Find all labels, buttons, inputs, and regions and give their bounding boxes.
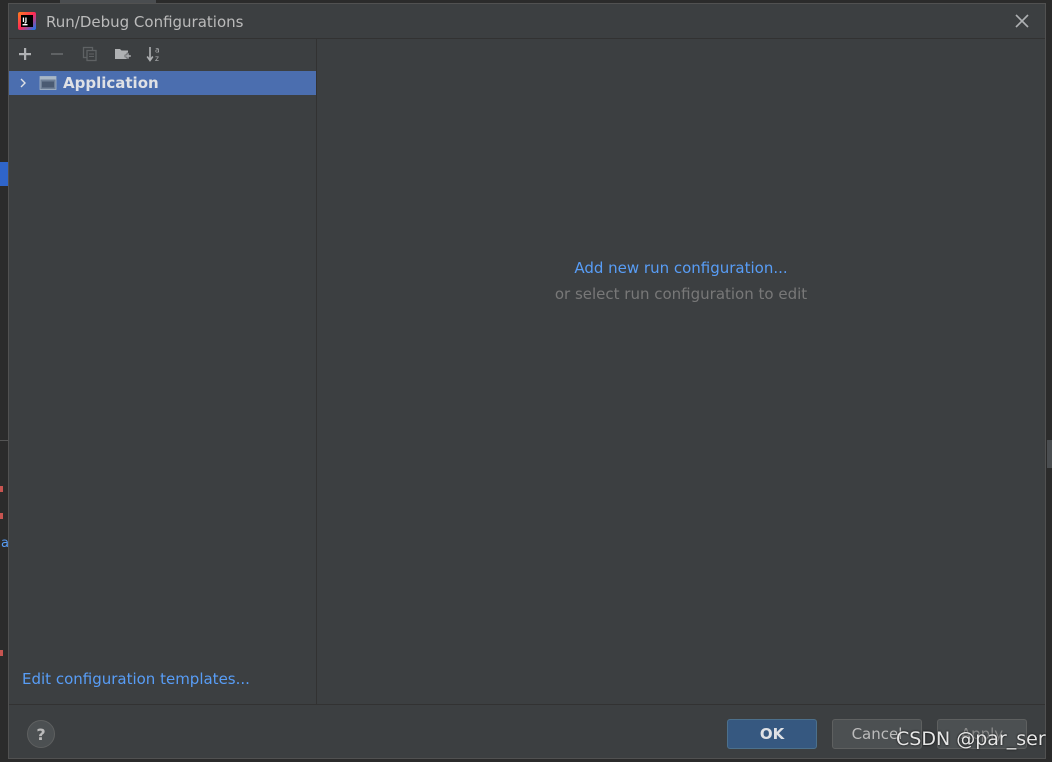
csdn-watermark: CSDN @par_ser: [896, 728, 1046, 750]
empty-state-hint: or select run configuration to edit: [554, 285, 808, 303]
svg-text:z: z: [155, 54, 159, 63]
add-configuration-button[interactable]: [14, 44, 36, 64]
add-new-configuration-link[interactable]: Add new run configuration...: [574, 259, 787, 277]
intellij-idea-icon: IJ: [18, 12, 36, 30]
configurations-tree: Application: [9, 71, 316, 95]
sort-alphabetically-button[interactable]: a z: [144, 44, 166, 64]
remove-configuration-button[interactable]: [46, 44, 68, 64]
application-config-icon: [39, 76, 57, 90]
ok-button[interactable]: OK: [727, 719, 817, 749]
tree-item-label: Application: [63, 74, 159, 92]
close-icon[interactable]: [1013, 12, 1031, 30]
background-error-mark: [0, 650, 3, 656]
create-folder-button[interactable]: [112, 44, 134, 64]
dialog-titlebar[interactable]: IJ Run/Debug Configurations: [9, 4, 1045, 39]
copy-icon: [82, 46, 97, 62]
plus-icon: [19, 48, 31, 60]
background-error-mark: [0, 513, 3, 519]
background-divider: [0, 440, 8, 441]
background-selection: [0, 162, 8, 186]
dialog-footer: ? OK Cancel Apply: [9, 704, 1045, 758]
background-error-mark: [0, 486, 3, 492]
copy-configuration-button[interactable]: [79, 44, 101, 64]
empty-state: Add new run configuration... or select r…: [317, 258, 1045, 303]
chevron-right-icon[interactable]: [17, 77, 29, 89]
tree-item-application[interactable]: Application: [9, 71, 316, 95]
background-scroll-mark: [1047, 440, 1052, 468]
configurations-toolbar: a z: [9, 39, 316, 69]
run-debug-configurations-dialog: IJ Run/Debug Configurations a z Applicat…: [8, 3, 1046, 759]
new-folder-icon: [115, 49, 132, 60]
sort-alphabetically-icon: a z: [146, 46, 160, 63]
svg-text:IJ: IJ: [22, 16, 27, 24]
dialog-title: Run/Debug Configurations: [46, 13, 244, 31]
help-button[interactable]: ?: [27, 720, 55, 748]
configuration-editor-pane: Add new run configuration... or select r…: [317, 39, 1045, 704]
configurations-tree-pane: a z Application Edit configuration templ…: [9, 39, 317, 704]
minus-icon: [51, 53, 63, 55]
edit-templates-link[interactable]: Edit configuration templates...: [22, 670, 250, 688]
